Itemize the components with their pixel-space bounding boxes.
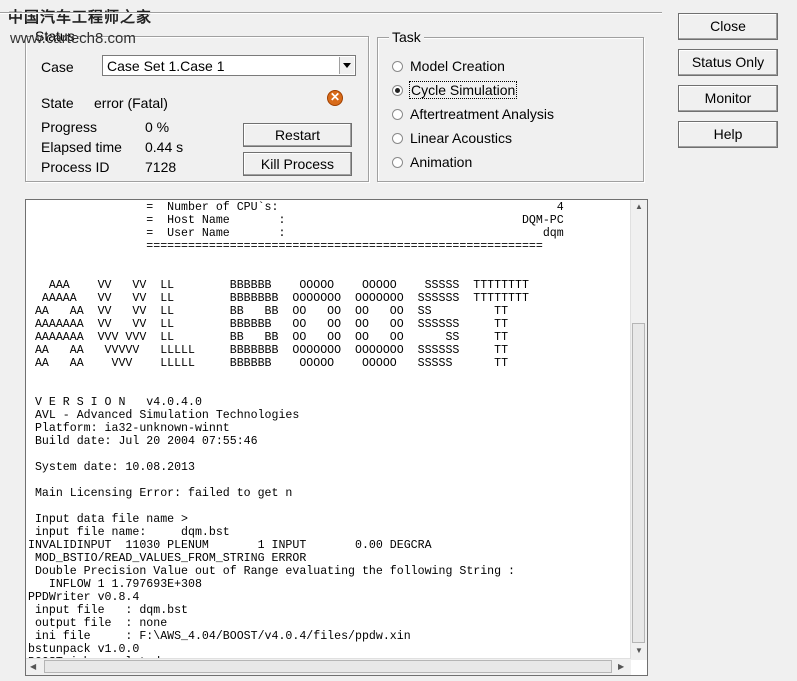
vertical-scrollbar[interactable]: ▲ ▼ xyxy=(630,200,647,660)
state-label: State xyxy=(41,95,74,111)
scroll-right-icon[interactable]: ▶ xyxy=(618,662,624,671)
watermark-title: 中国汽车工程师之家 xyxy=(8,8,153,26)
task-option-label: Model Creation xyxy=(410,58,505,74)
state-value: error (Fatal) xyxy=(94,95,168,111)
top-divider xyxy=(0,12,662,14)
radio-button[interactable] xyxy=(392,61,403,72)
radio-button[interactable] xyxy=(392,109,403,120)
process-id-value: 7128 xyxy=(145,159,177,175)
monitor-button[interactable]: Monitor xyxy=(678,85,778,112)
case-select-value: Case Set 1.Case 1 xyxy=(107,58,225,74)
progress-label: Progress xyxy=(41,119,98,135)
watermark-url: www.cartech8.com xyxy=(10,30,136,47)
process-id-label: Process ID xyxy=(41,159,110,175)
chevron-down-icon[interactable] xyxy=(339,57,354,74)
radio-button[interactable] xyxy=(392,157,403,168)
task-option-linear-acoustics[interactable]: Linear Acoustics xyxy=(392,130,632,148)
task-option-cycle-simulation[interactable]: Cycle Simulation xyxy=(392,81,632,100)
case-select[interactable]: Case Set 1.Case 1 xyxy=(102,55,356,76)
task-option-model-creation[interactable]: Model Creation xyxy=(392,58,632,76)
task-option-label: Animation xyxy=(410,154,473,170)
task-option-label: Aftertreatment Analysis xyxy=(410,106,554,122)
console-text: = Number of CPU`s: 4 = Host Name : DQM-P… xyxy=(28,201,564,669)
task-option-aftertreatment-analysis[interactable]: Aftertreatment Analysis xyxy=(392,106,632,124)
vertical-scroll-thumb[interactable] xyxy=(632,323,645,643)
scroll-up-icon[interactable]: ▲ xyxy=(635,202,643,211)
scroll-down-icon[interactable]: ▼ xyxy=(635,646,643,655)
help-button[interactable]: Help xyxy=(678,121,778,148)
task-option-label: Cycle Simulation xyxy=(409,81,518,99)
error-icon xyxy=(327,90,343,106)
horizontal-scroll-thumb[interactable] xyxy=(44,660,612,673)
task-option-label: Linear Acoustics xyxy=(410,130,512,146)
progress-value: 0 % xyxy=(145,119,170,135)
case-label: Case xyxy=(41,59,74,75)
kill-process-button[interactable]: Kill Process xyxy=(243,152,352,176)
restart-button[interactable]: Restart xyxy=(243,123,352,147)
horizontal-scrollbar[interactable]: ◀ ▶ xyxy=(26,658,631,675)
elapsed-value: 0.44 s xyxy=(145,139,184,155)
radio-button-selected[interactable] xyxy=(392,85,403,96)
scroll-left-icon[interactable]: ◀ xyxy=(30,662,36,671)
console-output[interactable]: = Number of CPU`s: 4 = Host Name : DQM-P… xyxy=(25,199,648,676)
elapsed-label: Elapsed time xyxy=(41,139,122,155)
close-button[interactable]: Close xyxy=(678,13,778,40)
task-legend: Task xyxy=(389,29,424,45)
task-option-animation[interactable]: Animation xyxy=(392,154,632,172)
radio-button[interactable] xyxy=(392,133,403,144)
status-only-button[interactable]: Status Only xyxy=(678,49,778,76)
